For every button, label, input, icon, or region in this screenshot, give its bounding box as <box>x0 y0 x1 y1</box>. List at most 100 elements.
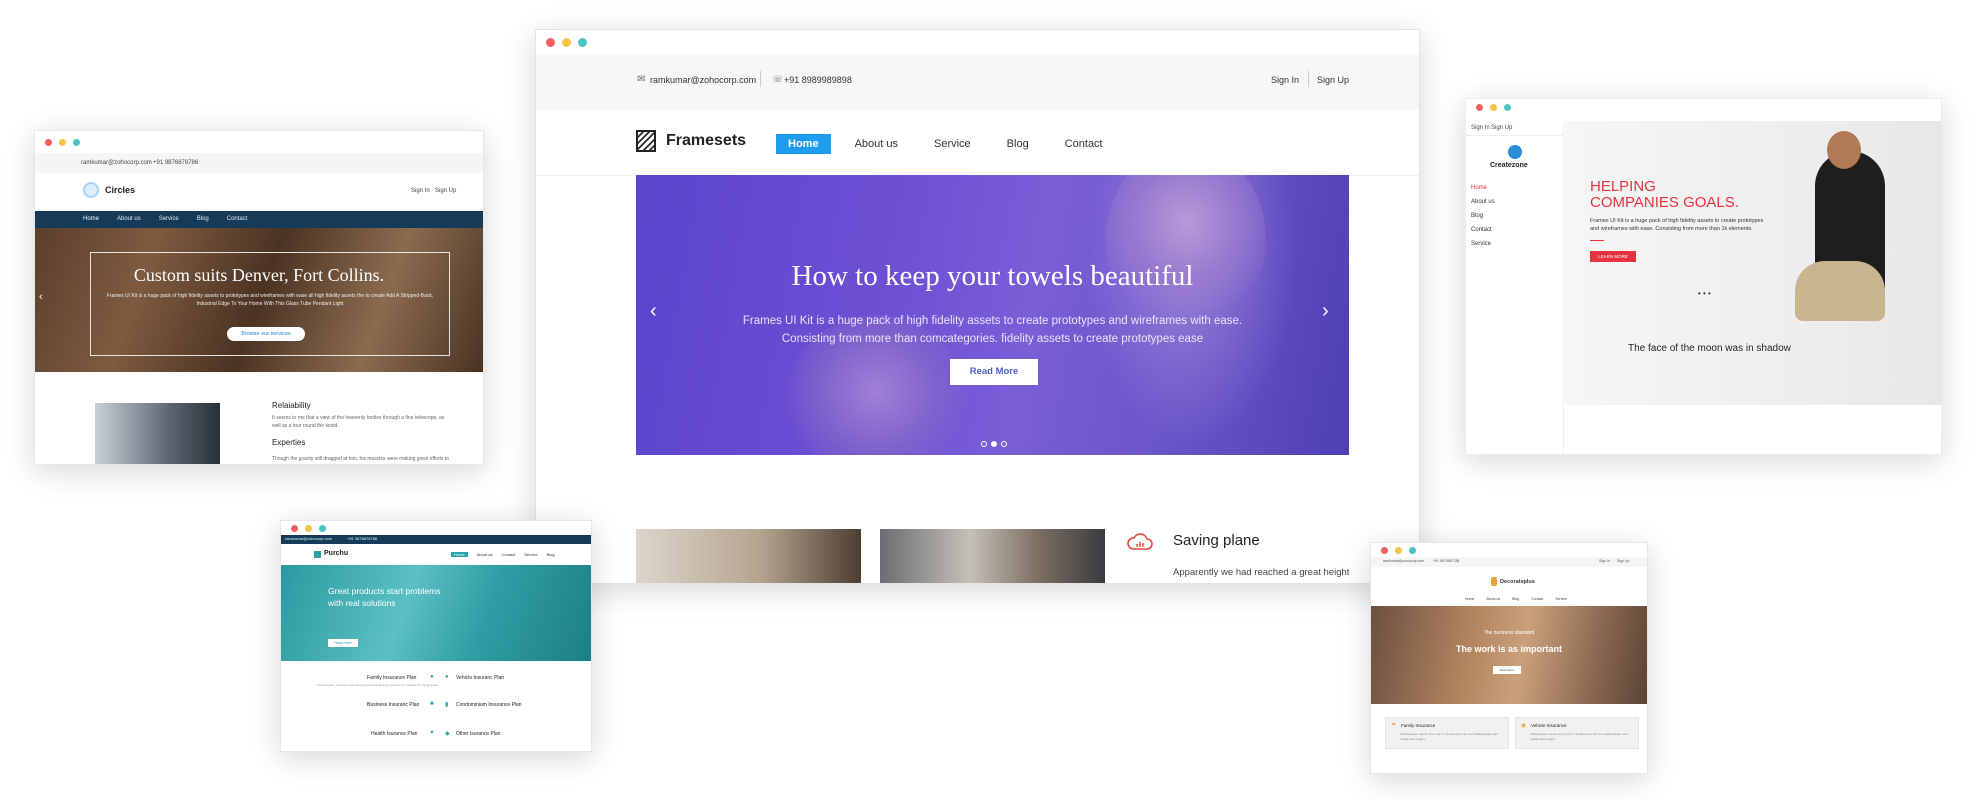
maximize-dot[interactable] <box>319 524 326 532</box>
plan-business[interactable]: Business Insuranc Plan <box>367 702 419 708</box>
divider <box>760 71 761 87</box>
email-text: ramkumar@zohocorp.com <box>285 536 333 541</box>
chevron-left-icon[interactable]: ‹ <box>650 300 657 323</box>
nav-about[interactable]: About us <box>1486 597 1500 601</box>
purchu-template-window: ramkumar@zohocorp.com +91 9876878786 Pur… <box>280 520 592 752</box>
nav-contact[interactable]: Contact <box>1053 134 1115 154</box>
nav-home[interactable]: Home <box>776 134 831 154</box>
person-icon: ● <box>430 674 434 680</box>
sign-up-link[interactable]: Sign Up <box>1317 75 1349 85</box>
slider-dot[interactable] <box>1001 441 1007 447</box>
umbrella-icon: ☂ <box>1391 723 1397 729</box>
nav-about[interactable]: About us <box>117 216 141 222</box>
maximize-dot[interactable] <box>578 37 587 47</box>
heart-icon: ♥ <box>430 730 434 736</box>
nav-about[interactable]: About us <box>843 134 910 154</box>
logo-text[interactable]: Circles <box>105 185 135 195</box>
nav-home[interactable]: Home <box>1471 181 1495 195</box>
insurance-card-vehicle[interactable]: ◉ Vehicle Insurance Pellentesque mauris … <box>1515 717 1639 749</box>
logo-text[interactable]: Framesets <box>666 132 746 150</box>
close-dot[interactable] <box>546 37 555 47</box>
minimize-dot[interactable] <box>1490 103 1497 111</box>
read-more-button[interactable]: Read More <box>1493 666 1521 674</box>
hero-image <box>1565 121 1941 405</box>
person-head <box>1827 131 1861 169</box>
minimize-dot[interactable] <box>305 524 312 532</box>
car-icon: ◉ <box>1521 723 1527 729</box>
nav-about[interactable]: About us <box>477 552 493 557</box>
sign-in-link[interactable]: Sign In <box>1471 125 1490 131</box>
sign-up-link[interactable]: Sign Up <box>1617 559 1629 563</box>
circles-template-window: ramkumar@zohocorp.com +91 9876878786 Cir… <box>34 130 484 465</box>
contact-strip: ramkumar@zohocorp.com +91 9876878786 <box>35 153 483 173</box>
logo-text[interactable]: Createzone <box>1490 162 1528 169</box>
minimize-dot[interactable] <box>562 37 571 47</box>
close-dot[interactable] <box>291 524 298 532</box>
feature-title: Saving plane <box>1173 532 1260 549</box>
minimize-dot[interactable] <box>59 138 66 146</box>
sign-in-link[interactable]: Sign In <box>411 188 430 194</box>
nav-service[interactable]: Service <box>922 134 983 154</box>
hero-title-line1: Great products start problems <box>328 586 441 596</box>
hero-subtitle: Frames UI Kit is a huge pack of high fid… <box>636 312 1349 348</box>
createzone-logo-icon <box>1508 145 1522 159</box>
chevron-right-icon[interactable]: › <box>1322 300 1329 323</box>
nav-contact[interactable]: Contact <box>1471 223 1495 237</box>
maximize-dot[interactable] <box>1409 546 1416 554</box>
hero-title-line2: with real solutions <box>328 598 396 608</box>
card-title: Family Insurance <box>1401 723 1436 728</box>
email-text: ramkumar@zohocorp.com <box>1383 559 1425 563</box>
logo-text[interactable]: Purchu <box>324 550 348 557</box>
plan-other[interactable]: Other Isurance Plan <box>456 731 500 737</box>
maximize-dot[interactable] <box>1504 103 1511 111</box>
sidebar: Sign In Sign Up Createzone Home About us… <box>1466 121 1564 454</box>
nav-home[interactable]: Home <box>1465 597 1474 601</box>
nav-service[interactable]: Service <box>159 216 179 222</box>
close-dot[interactable] <box>45 138 52 146</box>
close-dot[interactable] <box>1381 546 1388 554</box>
hero-title: The work is as important <box>1455 644 1563 654</box>
nav-blog[interactable]: Blog <box>995 134 1041 154</box>
maximize-dot[interactable] <box>73 138 80 146</box>
sign-in-link[interactable]: Sign In <box>1599 559 1610 563</box>
browse-services-button[interactable]: Browse our services <box>227 327 305 341</box>
nav-contact[interactable]: Contact <box>227 216 248 222</box>
hero-text: Frames UI Kit is a huge pack of high fid… <box>95 292 445 308</box>
plan-condominium[interactable]: Condominium Insurance Plan <box>456 702 522 708</box>
nav-home[interactable]: Home <box>83 216 99 222</box>
nav-home[interactable]: Home <box>451 552 468 557</box>
read-more-button[interactable]: Read More <box>950 359 1038 385</box>
hero-subtitle-line2: Consisting from more than comcategories.… <box>781 333 1204 345</box>
nav-contact[interactable]: Contact <box>1531 597 1543 601</box>
sign-up-link[interactable]: Sign Up <box>1491 125 1512 131</box>
close-dot[interactable] <box>1476 103 1483 111</box>
plan-vehicle[interactable]: Vehicle Insuranc Plan <box>456 675 504 681</box>
logo-text[interactable]: Decoratsplus <box>1500 579 1535 585</box>
plan-health[interactable]: Health Isurance Plan <box>371 731 417 737</box>
read-more-button[interactable]: Read more <box>328 639 358 647</box>
sign-in-link[interactable]: Sign In <box>1271 75 1299 85</box>
hero-image: The business standard The work is as imp… <box>1371 606 1647 704</box>
nav-about[interactable]: About us <box>1471 195 1495 209</box>
sign-up-link[interactable]: Sign Up <box>435 188 456 194</box>
slider-dot[interactable] <box>981 441 987 447</box>
chevron-left-icon[interactable]: ‹ <box>39 291 43 303</box>
nav-bar: Home About us Service Blog Contact <box>35 211 483 228</box>
nav-service[interactable]: Service <box>1555 597 1567 601</box>
nav-service[interactable]: Service <box>1471 237 1495 251</box>
nav-blog[interactable]: Blog <box>197 216 209 222</box>
insurance-card-family[interactable]: ☂ Family Insurance Pellentesque mauris o… <box>1385 717 1509 749</box>
hero-text-line2: Industrial Edge To Your Home With This G… <box>196 301 344 307</box>
mail-icon: ✉ <box>637 74 646 85</box>
slider-dot-active[interactable] <box>991 441 997 447</box>
nav-blog[interactable]: Blog <box>547 552 555 557</box>
minimize-dot[interactable] <box>1395 546 1402 554</box>
slider-dots[interactable]: • • • <box>1698 289 1711 298</box>
nav-blog[interactable]: Blog <box>1512 597 1519 601</box>
plan-family[interactable]: Family Insurance Plan <box>367 675 416 681</box>
nav-blog[interactable]: Blog <box>1471 209 1495 223</box>
nav-service[interactable]: Service <box>524 552 537 557</box>
hero-image: Custom suits Denver, Fort Collins. Frame… <box>35 228 483 372</box>
learn-more-button[interactable]: LEARN MORE <box>1590 251 1636 262</box>
nav-contact[interactable]: Contact <box>501 552 515 557</box>
